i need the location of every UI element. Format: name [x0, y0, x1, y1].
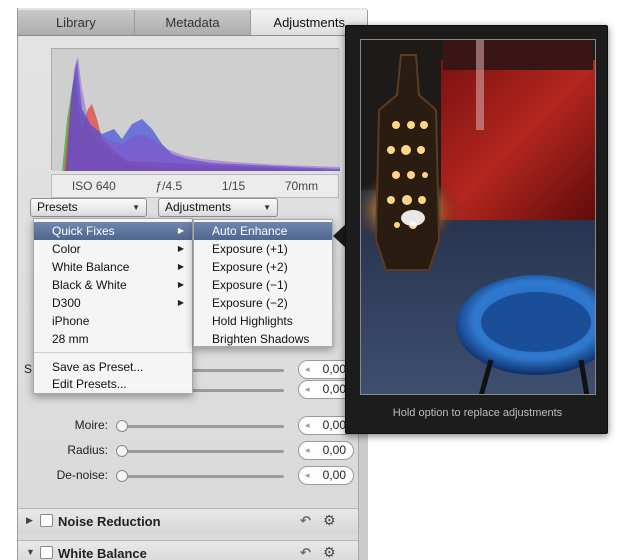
preview-photo — [361, 40, 595, 394]
exif-iso: ISO 640 — [71, 179, 116, 193]
menu-item-28mm[interactable]: 28 mm — [34, 330, 192, 348]
menu-item-exposure-minus-1[interactable]: Exposure (−1) — [194, 276, 332, 294]
menu-item-black-white[interactable]: Black & White ▶ — [34, 276, 192, 294]
moire-slider-row: Moire: ◂ 0,00 — [18, 416, 368, 436]
menu-item-white-balance[interactable]: White Balance ▶ — [34, 258, 192, 276]
menu-item-label: Exposure (−1) — [212, 278, 288, 292]
chevron-down-icon: ▼ — [263, 203, 271, 212]
value-text: 0,00 — [322, 382, 346, 396]
denoise-slider-track[interactable] — [118, 475, 284, 478]
tab-metadata[interactable]: Metadata — [135, 10, 252, 35]
histogram-graph — [52, 49, 340, 171]
submenu-arrow-icon: ▶ — [177, 280, 184, 289]
moire-slider-knob[interactable] — [116, 420, 128, 432]
menu-item-label: Brighten Shadows — [212, 332, 310, 346]
noise-reduction-checkbox[interactable] — [40, 514, 53, 527]
brick-white-balance[interactable]: ▼ White Balance ↶ ⚙ — [18, 540, 368, 560]
tab-library[interactable]: Library — [18, 10, 135, 35]
disclosure-expanded-icon[interactable]: ▼ — [26, 547, 35, 557]
presets-menu: Quick Fixes ▶ Color ▶ White Balance ▶ Bl… — [33, 218, 193, 394]
radius-value-field[interactable]: ◂ 0,00 — [298, 441, 354, 460]
submenu-arrow-icon: ▶ — [177, 298, 184, 307]
denoise-value-field[interactable]: ◂ 0,00 — [298, 466, 354, 485]
menu-item-edit-presets[interactable]: Edit Presets... — [34, 375, 192, 393]
menu-item-exposure-plus-2[interactable]: Exposure (+2) — [194, 258, 332, 276]
exif-shutter: 1/15 — [221, 179, 246, 193]
value-text: 0,00 — [322, 443, 346, 457]
undo-icon[interactable]: ↶ — [300, 513, 311, 529]
denoise-slider-knob[interactable] — [116, 470, 128, 482]
decrement-icon[interactable]: ◂ — [305, 381, 310, 398]
gear-icon[interactable]: ⚙ — [323, 544, 336, 560]
menu-separator — [34, 352, 192, 353]
menu-item-label: Exposure (+1) — [212, 242, 288, 256]
menu-item-label: White Balance — [52, 260, 130, 274]
menu-item-hold-highlights[interactable]: Hold Highlights — [194, 312, 332, 330]
value-text: 0,00 — [322, 362, 346, 376]
exif-focal-length: 70mm — [284, 179, 319, 193]
undo-icon[interactable]: ↶ — [300, 545, 311, 560]
menu-item-exposure-plus-1[interactable]: Exposure (+1) — [194, 240, 332, 258]
denoise-slider-row: De-noise: ◂ 0,00 — [18, 466, 368, 486]
adjustments-label: Adjustments — [165, 200, 232, 214]
value-text: 0,00 — [322, 468, 346, 482]
moire-label: Moire: — [74, 418, 108, 432]
menu-item-color[interactable]: Color ▶ — [34, 240, 192, 258]
menu-item-label: Save as Preset... — [52, 360, 144, 374]
brick-noise-reduction[interactable]: ▶ Noise Reduction ↶ ⚙ — [18, 508, 368, 534]
menu-item-label: Quick Fixes — [52, 224, 115, 238]
white-balance-checkbox[interactable] — [40, 546, 53, 559]
menu-item-label: D300 — [52, 296, 81, 310]
presets-popup-button[interactable]: Presets ▼ — [30, 198, 147, 217]
value-text: 0,00 — [322, 418, 346, 432]
menu-item-auto-enhance[interactable]: Auto Enhance — [194, 222, 332, 240]
menu-item-brighten-shadows[interactable]: Brighten Shadows — [194, 330, 332, 348]
preset-preview-image — [360, 39, 596, 395]
menu-item-iphone[interactable]: iPhone — [34, 312, 192, 330]
menu-item-label: Exposure (+2) — [212, 260, 288, 274]
hud-hint-text: Hold option to replace adjustments — [392, 407, 563, 419]
preset-preview-hud: Hold option to replace adjustments — [345, 25, 608, 434]
menu-item-label: Color — [52, 242, 81, 256]
moire-slider-track[interactable] — [118, 425, 284, 428]
exif-aperture: ƒ/4.5 — [155, 179, 183, 193]
menu-item-label: Edit Presets... — [52, 377, 127, 391]
radius-label: Radius: — [67, 443, 108, 457]
presets-label: Presets — [37, 200, 78, 214]
menu-item-label: Black & White — [52, 278, 127, 292]
submenu-arrow-icon: ▶ — [177, 226, 184, 235]
menu-item-exposure-minus-2[interactable]: Exposure (−2) — [194, 294, 332, 312]
app-window: Library Metadata Adjustments ISO 640 ƒ/4… — [0, 0, 625, 560]
menu-item-label: Exposure (−2) — [212, 296, 288, 310]
brick-title: Noise Reduction — [58, 514, 161, 529]
radius-slider-knob[interactable] — [116, 445, 128, 457]
menu-item-quick-fixes[interactable]: Quick Fixes ▶ — [34, 222, 192, 240]
exif-info-bar: ISO 640 ƒ/4.5 1/15 70mm — [51, 174, 339, 198]
submenu-arrow-icon: ▶ — [177, 262, 184, 271]
gear-icon[interactable]: ⚙ — [323, 512, 336, 529]
radius-slider-track[interactable] — [118, 450, 284, 453]
decrement-icon[interactable]: ◂ — [305, 467, 310, 484]
histogram — [51, 48, 340, 171]
adjustments-popup-button[interactable]: Adjustments ▼ — [158, 198, 278, 217]
inspector-tabs: Library Metadata Adjustments — [18, 10, 369, 36]
denoise-label: De-noise: — [56, 468, 108, 482]
menu-item-d300[interactable]: D300 ▶ — [34, 294, 192, 312]
quick-fixes-submenu: Auto Enhance Exposure (+1) Exposure (+2)… — [193, 219, 333, 347]
chevron-down-icon: ▼ — [132, 203, 140, 212]
menu-item-label: Auto Enhance — [212, 224, 288, 238]
decrement-icon[interactable]: ◂ — [305, 442, 310, 459]
menu-item-label: 28 mm — [52, 332, 89, 346]
disclosure-collapsed-icon[interactable]: ▶ — [26, 515, 33, 526]
brick-title: White Balance — [58, 546, 147, 560]
menu-item-save-as-preset[interactable]: Save as Preset... — [34, 358, 192, 376]
decrement-icon[interactable]: ◂ — [305, 361, 310, 378]
menu-item-label: Hold Highlights — [212, 314, 293, 328]
menu-item-label: iPhone — [52, 314, 90, 328]
decrement-icon[interactable]: ◂ — [305, 417, 310, 434]
slider-label-partial: S — [24, 362, 33, 376]
radius-slider-row: Radius: ◂ 0,00 — [18, 441, 368, 461]
submenu-arrow-icon: ▶ — [177, 244, 184, 253]
